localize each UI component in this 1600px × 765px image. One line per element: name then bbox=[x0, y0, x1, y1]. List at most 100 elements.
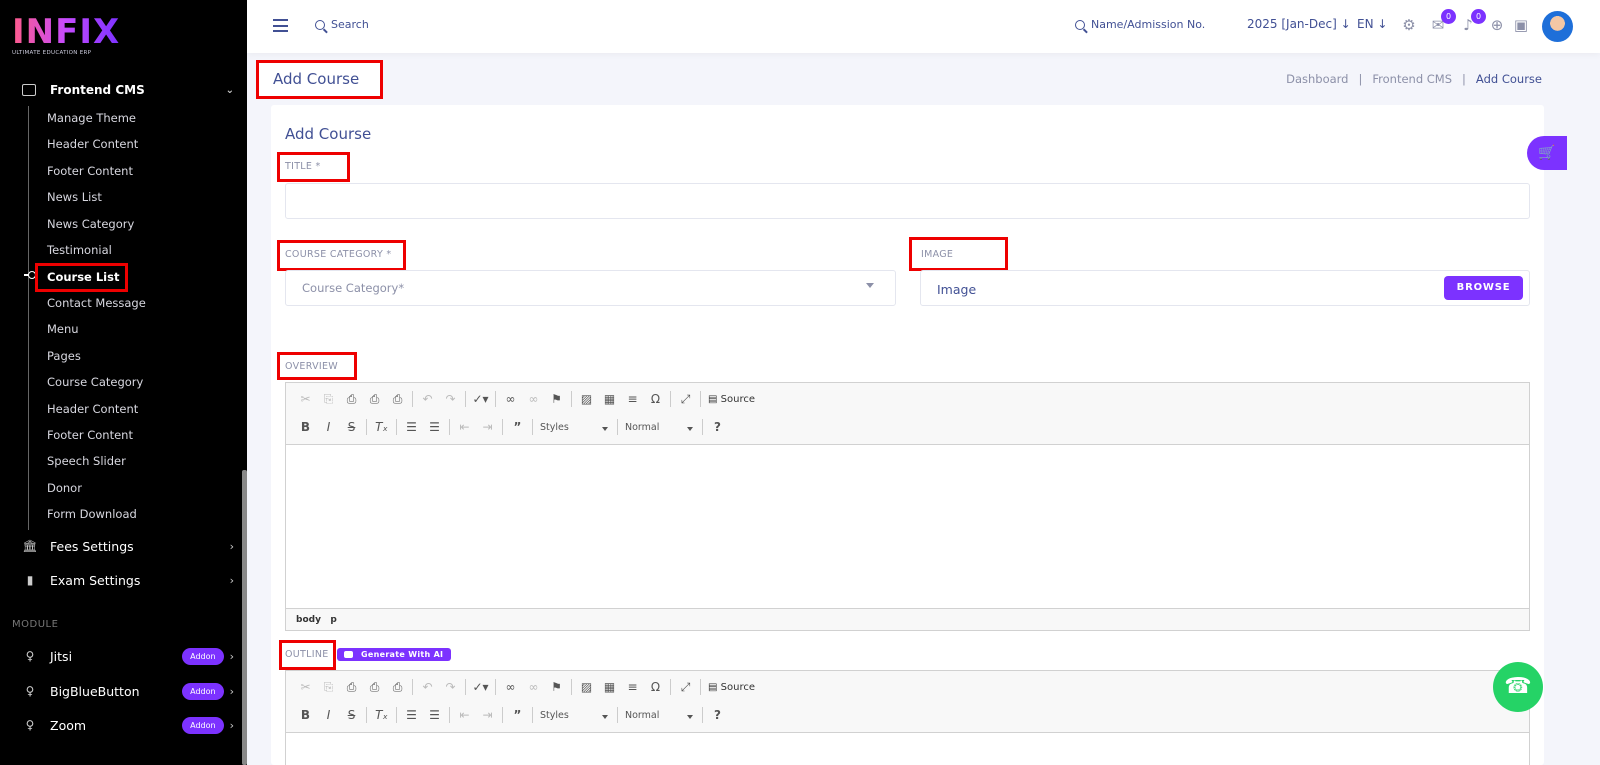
paste-text-icon[interactable]: ⎙ bbox=[363, 392, 386, 407]
format-dropdown[interactable]: Normal bbox=[621, 710, 699, 721]
redo-icon[interactable]: ↷ bbox=[439, 680, 462, 694]
source-button[interactable]: ▤ Source bbox=[704, 394, 759, 405]
help-icon[interactable]: ? bbox=[706, 420, 729, 434]
link-icon[interactable]: ∞ bbox=[499, 680, 522, 694]
bulleted-list-icon[interactable]: ☰ bbox=[423, 420, 446, 434]
path-body[interactable]: body bbox=[296, 615, 321, 625]
anchor-flag-icon[interactable]: ⚑ bbox=[545, 680, 568, 694]
paste-text-icon[interactable]: ⎙ bbox=[363, 680, 386, 695]
overview-content-area[interactable] bbox=[286, 445, 1529, 608]
unlink-icon[interactable]: ∞ bbox=[522, 392, 545, 406]
paste-icon[interactable]: ⎙ bbox=[340, 680, 363, 695]
session-selector[interactable]: 2025 [Jan-Dec] ↓ bbox=[1247, 17, 1351, 31]
sidebar-item-speech-slider[interactable]: Speech Slider bbox=[47, 452, 126, 470]
unlink-icon[interactable]: ∞ bbox=[522, 680, 545, 694]
italic-icon[interactable]: I bbox=[317, 420, 340, 434]
anchor-flag-icon[interactable]: ⚑ bbox=[545, 392, 568, 406]
remove-format-icon[interactable]: Tₓ bbox=[370, 420, 393, 434]
sidebar-item-fees-settings[interactable]: 🏛 Fees Settings › bbox=[22, 535, 234, 557]
outdent-icon[interactable]: ⇤ bbox=[453, 708, 476, 722]
image-file-input[interactable] bbox=[920, 270, 1530, 306]
undo-icon[interactable]: ↶ bbox=[416, 680, 439, 694]
horizontal-line-icon[interactable]: ≡ bbox=[621, 680, 644, 694]
bold-icon[interactable]: B bbox=[294, 708, 317, 722]
menu-toggle-icon[interactable] bbox=[273, 19, 288, 32]
sidebar-item-footer-content[interactable]: Footer Content bbox=[47, 162, 133, 180]
sidebar-item-menu[interactable]: Menu bbox=[47, 320, 79, 338]
spellcheck-icon[interactable]: ✓▾ bbox=[469, 392, 492, 406]
sidebar-scrollbar[interactable] bbox=[242, 470, 247, 765]
copy-icon[interactable]: ⎘ bbox=[317, 392, 340, 407]
outline-content-area[interactable] bbox=[286, 733, 1529, 765]
indent-icon[interactable]: ⇥ bbox=[476, 420, 499, 434]
source-button[interactable]: ▤ Source bbox=[704, 682, 759, 693]
redo-icon[interactable]: ↷ bbox=[439, 392, 462, 406]
sidebar-item-zoom[interactable]: ♀ Zoom Addon › bbox=[22, 714, 234, 736]
bulleted-list-icon[interactable]: ☰ bbox=[423, 708, 446, 722]
sidebar-item-contact-message[interactable]: Contact Message bbox=[47, 294, 146, 312]
numbered-list-icon[interactable]: ☰ bbox=[400, 708, 423, 722]
table-icon[interactable]: ▦ bbox=[598, 392, 621, 406]
language-selector[interactable]: EN ↓ bbox=[1357, 17, 1387, 31]
bold-icon[interactable]: B bbox=[294, 420, 317, 434]
format-dropdown[interactable]: Normal bbox=[621, 422, 699, 433]
undo-icon[interactable]: ↶ bbox=[416, 392, 439, 406]
brand-logo[interactable]: INFIX ULTIMATE EDUCATION ERP bbox=[12, 14, 120, 56]
remove-format-icon[interactable]: Tₓ bbox=[370, 708, 393, 722]
sidebar-item-header-content-2[interactable]: Header Content bbox=[47, 400, 138, 418]
search-input[interactable]: Search bbox=[315, 18, 369, 31]
browse-button[interactable]: BROWSE bbox=[1444, 276, 1523, 300]
blockquote-icon[interactable]: ” bbox=[506, 420, 529, 434]
sidebar-item-bigbluebutton[interactable]: ♀ BigBlueButton Addon › bbox=[22, 680, 234, 702]
sidebar-item-footer-content-2[interactable]: Footer Content bbox=[47, 426, 133, 444]
whatsapp-icon[interactable]: ☎ bbox=[1493, 662, 1543, 712]
outdent-icon[interactable]: ⇤ bbox=[453, 420, 476, 434]
robot-icon[interactable]: ⚙ bbox=[1399, 15, 1419, 35]
globe-icon[interactable]: ⊕ bbox=[1487, 15, 1507, 35]
maximize-icon[interactable]: ⤢ bbox=[674, 392, 697, 407]
spellcheck-icon[interactable]: ✓▾ bbox=[469, 680, 492, 694]
paste-word-icon[interactable]: ⎙ bbox=[386, 392, 409, 407]
sidebar-item-testimonial[interactable]: Testimonial bbox=[47, 241, 112, 259]
paste-word-icon[interactable]: ⎙ bbox=[386, 680, 409, 695]
cut-icon[interactable]: ✂ bbox=[294, 392, 317, 406]
sidebar-item-news-list[interactable]: News List bbox=[47, 188, 102, 206]
sidebar-item-exam-settings[interactable]: ▮ Exam Settings › bbox=[22, 569, 234, 591]
copy-icon[interactable]: ⎘ bbox=[317, 680, 340, 695]
bell-icon[interactable]: ♪ 0 bbox=[1458, 9, 1486, 35]
paste-icon[interactable]: ⎙ bbox=[340, 392, 363, 407]
indent-icon[interactable]: ⇥ bbox=[476, 708, 499, 722]
strike-icon[interactable]: S bbox=[340, 420, 363, 434]
cut-icon[interactable]: ✂ bbox=[294, 680, 317, 694]
special-char-icon[interactable]: Ω bbox=[644, 680, 667, 694]
path-p[interactable]: p bbox=[330, 615, 336, 625]
image-icon[interactable]: ▨ bbox=[575, 392, 598, 406]
link-icon[interactable]: ∞ bbox=[499, 392, 522, 406]
breadcrumb-frontend-cms[interactable]: Frontend CMS bbox=[1372, 72, 1452, 86]
sidebar-item-course-category[interactable]: Course Category bbox=[47, 373, 143, 391]
sidebar-item-news-category[interactable]: News Category bbox=[47, 215, 134, 233]
image-icon[interactable]: ▨ bbox=[575, 680, 598, 694]
sidebar-item-form-download[interactable]: Form Download bbox=[47, 505, 137, 523]
sidebar-item-donor[interactable]: Donor bbox=[47, 479, 82, 497]
strike-icon[interactable]: S bbox=[340, 708, 363, 722]
breadcrumb-dashboard[interactable]: Dashboard bbox=[1286, 72, 1348, 86]
styles-dropdown[interactable]: Styles bbox=[536, 710, 614, 721]
avatar[interactable] bbox=[1542, 11, 1573, 42]
sidebar-item-header-content[interactable]: Header Content bbox=[47, 135, 138, 153]
chart-icon[interactable]: ▣ bbox=[1511, 15, 1531, 35]
sidebar-section-frontend-cms[interactable]: Frontend CMS ⌄ bbox=[22, 80, 234, 100]
help-icon[interactable]: ? bbox=[706, 708, 729, 722]
numbered-list-icon[interactable]: ☰ bbox=[400, 420, 423, 434]
sidebar-item-manage-theme[interactable]: Manage Theme bbox=[47, 109, 136, 127]
sidebar-item-pages[interactable]: Pages bbox=[47, 347, 81, 365]
italic-icon[interactable]: I bbox=[317, 708, 340, 722]
styles-dropdown[interactable]: Styles bbox=[536, 422, 614, 433]
table-icon[interactable]: ▦ bbox=[598, 680, 621, 694]
sidebar-item-jitsi[interactable]: ♀ Jitsi Addon › bbox=[22, 645, 234, 667]
chat-icon[interactable]: ✉ 0 bbox=[1428, 9, 1456, 35]
maximize-icon[interactable]: ⤢ bbox=[674, 680, 697, 695]
special-char-icon[interactable]: Ω bbox=[644, 392, 667, 406]
title-input[interactable] bbox=[285, 183, 1530, 219]
generate-with-ai-button[interactable]: Generate With AI bbox=[337, 648, 451, 661]
